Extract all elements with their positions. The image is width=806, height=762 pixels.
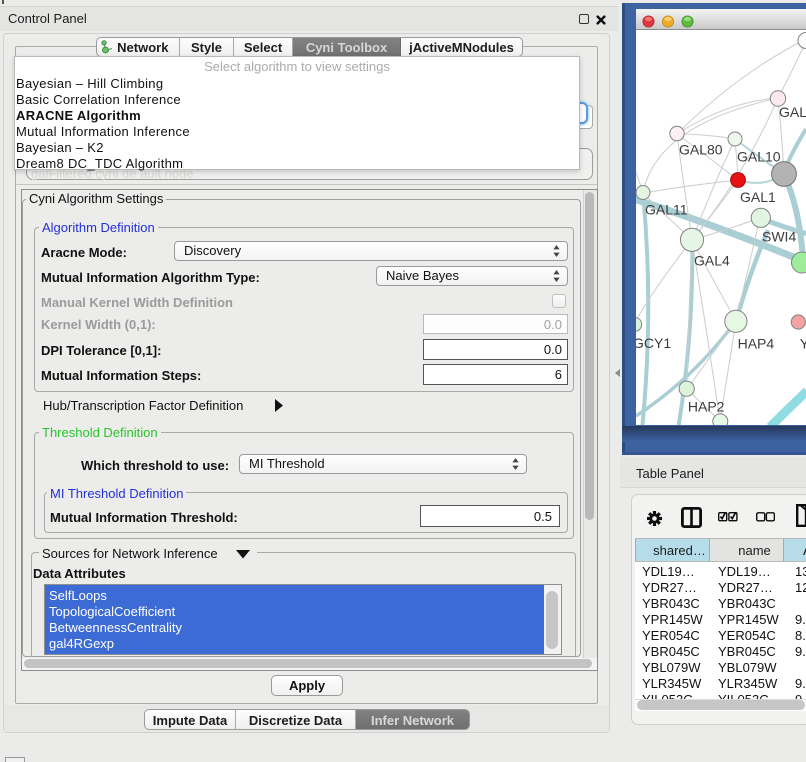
- svg-text:GAL4: GAL4: [694, 253, 730, 269]
- svg-text:GAL7: GAL7: [779, 104, 806, 120]
- svg-text:GAL80: GAL80: [679, 142, 723, 158]
- svg-text:Y: Y: [800, 336, 806, 352]
- svg-text:SWI4: SWI4: [762, 229, 796, 245]
- svg-text:GCY1: GCY1: [636, 335, 671, 351]
- svg-text:GAL1: GAL1: [740, 189, 776, 205]
- svg-text:GAL10: GAL10: [737, 149, 781, 165]
- svg-text:HAP2: HAP2: [688, 399, 725, 415]
- svg-text:GAL11: GAL11: [645, 202, 688, 218]
- svg-text:HAP4: HAP4: [738, 336, 775, 352]
